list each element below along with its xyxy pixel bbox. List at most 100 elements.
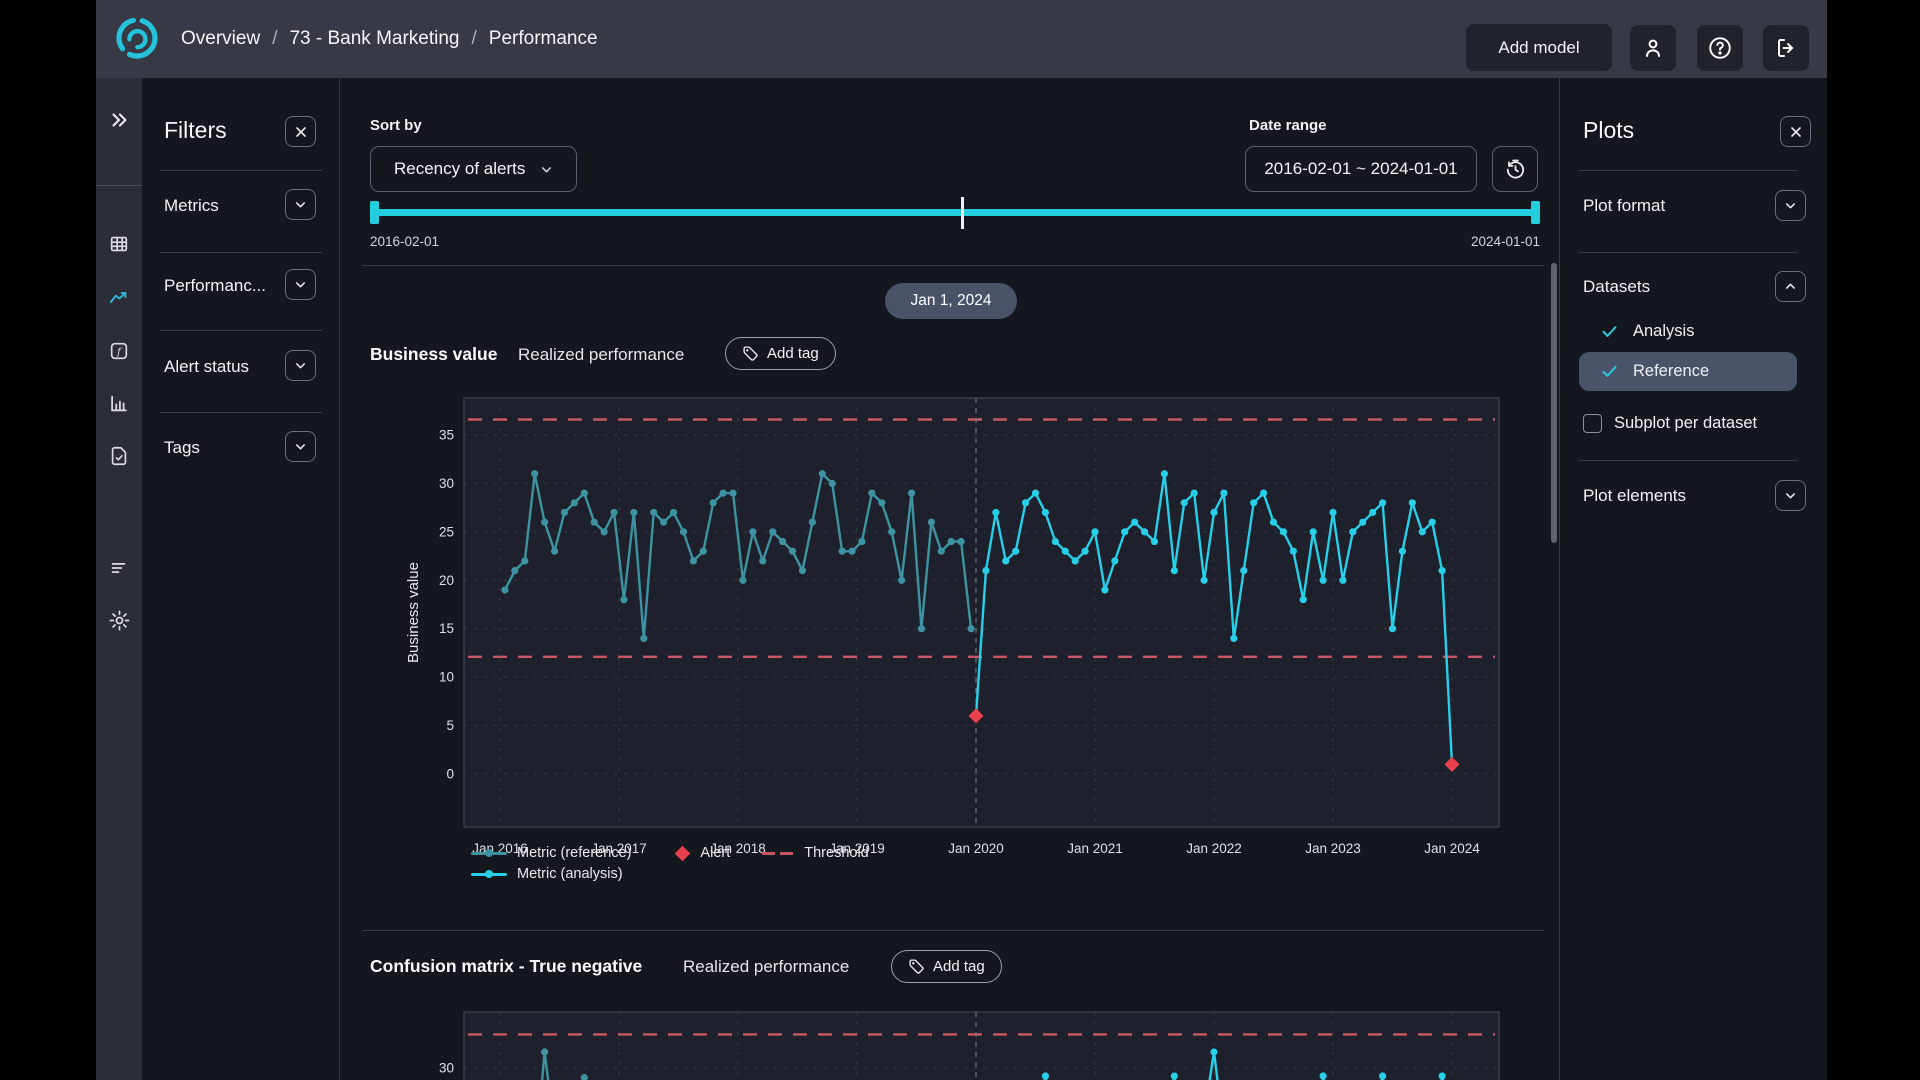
threshold-swatch [762, 852, 798, 855]
main-scrollbar[interactable] [1551, 263, 1557, 543]
date-range-label: Date range [1249, 117, 1327, 134]
breadcrumb-performance[interactable]: Performance [489, 28, 598, 50]
chart1-add-tag-button[interactable]: Add tag [725, 337, 836, 370]
rail-item-functions[interactable]: f [96, 329, 142, 373]
legend-analysis-label: Metric (analysis) [517, 866, 623, 882]
svg-text:15: 15 [439, 621, 454, 636]
divider [1579, 252, 1797, 253]
filter-alert-status-expand-button[interactable] [285, 350, 316, 381]
timeline-slider[interactable] [370, 209, 1540, 216]
filter-metrics-expand-button[interactable] [285, 189, 316, 220]
expand-sidebar-button[interactable] [96, 98, 142, 142]
breadcrumb-overview[interactable]: Overview [181, 28, 260, 50]
filter-tags-expand-button[interactable] [285, 431, 316, 462]
svg-text:35: 35 [439, 427, 454, 442]
rail-item-logs[interactable] [96, 546, 142, 590]
chart-root: Jan 2016Jan 2017Jan 2018Jan 2019Jan 2020… [405, 398, 1499, 856]
confusion-matrix-chart[interactable]: Jan 2016Jan 2017Jan 2018Jan 2019Jan 2020… [350, 1004, 1550, 1080]
legend-row: Metric (analysis) [471, 866, 869, 882]
svg-text:20: 20 [439, 573, 454, 588]
gear-icon [108, 609, 131, 632]
table-grid-icon [108, 233, 130, 255]
logout-button[interactable] [1763, 25, 1809, 71]
date-range-reset-button[interactable] [1492, 146, 1538, 192]
breadcrumb-model[interactable]: 73 - Bank Marketing [289, 28, 459, 50]
rail-item-settings[interactable] [96, 598, 142, 642]
chevron-down-icon [539, 162, 554, 177]
date-range-value: 2016-02-01 ~ 2024-01-01 [1264, 159, 1457, 179]
chevron-down-icon [293, 439, 308, 454]
datasets-label: Datasets [1583, 277, 1650, 297]
divider [160, 412, 322, 413]
trend-up-icon [108, 287, 130, 309]
svg-text:10: 10 [439, 670, 454, 685]
chart2-add-tag-button[interactable]: Add tag [891, 950, 1002, 983]
timeline-marker[interactable] [961, 197, 964, 229]
plot-background [464, 398, 1499, 827]
svg-text:Jan 2022: Jan 2022 [1186, 841, 1242, 856]
plots-panel: Plots Plot format Datasets Analysis Refe… [1559, 78, 1827, 1080]
business-value-chart[interactable]: Jan 2016Jan 2017Jan 2018Jan 2019Jan 2020… [350, 390, 1550, 876]
sort-by-value: Recency of alerts [377, 159, 525, 179]
chart1-legend: Metric (reference) Alert Threshold Metri… [471, 845, 869, 882]
svg-text:Jan 2021: Jan 2021 [1067, 841, 1123, 856]
divider [1579, 460, 1797, 461]
filters-close-button[interactable] [285, 116, 316, 147]
datasets-collapse-button[interactable] [1775, 271, 1806, 302]
timeline-handle-end[interactable] [1531, 201, 1540, 224]
dataset-analysis-label: Analysis [1633, 322, 1694, 341]
chevron-down-icon [1783, 488, 1798, 503]
analysis-line-swatch [471, 873, 507, 876]
help-icon [1707, 35, 1733, 61]
legend-row: Metric (reference) Alert Threshold [471, 845, 869, 861]
rail-item-data-table[interactable] [96, 222, 142, 266]
svg-text:f: f [116, 346, 123, 358]
subplot-per-dataset-option[interactable]: Subplot per dataset [1583, 414, 1757, 433]
sort-by-dropdown[interactable]: Recency of alerts [370, 146, 577, 192]
divider [1579, 170, 1797, 171]
subplot-checkbox[interactable] [1583, 414, 1602, 433]
rail-item-performance[interactable] [96, 276, 142, 320]
filter-metrics-label: Metrics [164, 196, 219, 216]
chart2-subtitle: Realized performance [683, 957, 849, 977]
user-account-button[interactable] [1630, 25, 1676, 71]
close-icon [293, 124, 309, 140]
rail-item-distribution[interactable] [96, 381, 142, 425]
plot-format-expand-button[interactable] [1775, 190, 1806, 221]
divider [160, 252, 322, 253]
add-model-button[interactable]: Add model [1466, 24, 1612, 71]
timeline-handle-start[interactable] [370, 201, 379, 224]
function-icon: f [108, 340, 130, 362]
svg-text:0: 0 [446, 767, 454, 782]
help-button[interactable] [1697, 25, 1743, 71]
svg-text:25: 25 [439, 524, 454, 539]
filter-performance-expand-button[interactable] [285, 269, 316, 300]
chart1-title: Business value [370, 344, 497, 365]
tag-icon [908, 958, 925, 975]
plots-close-button[interactable] [1780, 116, 1811, 147]
svg-text:Jan 2023: Jan 2023 [1305, 841, 1361, 856]
chevron-down-icon [293, 197, 308, 212]
chart1-add-tag-label: Add tag [767, 345, 819, 362]
current-date-chip[interactable]: Jan 1, 2024 [885, 283, 1017, 319]
chevron-down-icon [293, 277, 308, 292]
dataset-item-reference[interactable]: Reference [1579, 352, 1797, 391]
alert-diamond-swatch [675, 845, 691, 861]
sort-by-label: Sort by [370, 117, 422, 134]
legend-threshold-label: Threshold [804, 845, 868, 861]
plot-elements-expand-button[interactable] [1775, 480, 1806, 511]
date-range-input[interactable]: 2016-02-01 ~ 2024-01-01 [1245, 146, 1477, 192]
app-logo-icon[interactable] [113, 14, 161, 62]
subplot-label: Subplot per dataset [1614, 414, 1757, 433]
rail-item-reports[interactable] [96, 434, 142, 478]
breadcrumb-separator: / [472, 28, 477, 50]
top-bar: Overview / 73 - Bank Marketing / Perform… [96, 0, 1827, 78]
divider [160, 170, 322, 171]
chart-root: Jan 2016Jan 2017Jan 2018Jan 2019Jan 2020… [439, 1012, 1499, 1080]
dataset-item-analysis[interactable]: Analysis [1579, 312, 1797, 351]
chart1-subtitle: Realized performance [518, 345, 684, 365]
divider [362, 930, 1544, 931]
filter-lines-icon [108, 557, 130, 579]
chevrons-right-icon [108, 109, 130, 131]
history-clock-icon [1504, 158, 1527, 181]
